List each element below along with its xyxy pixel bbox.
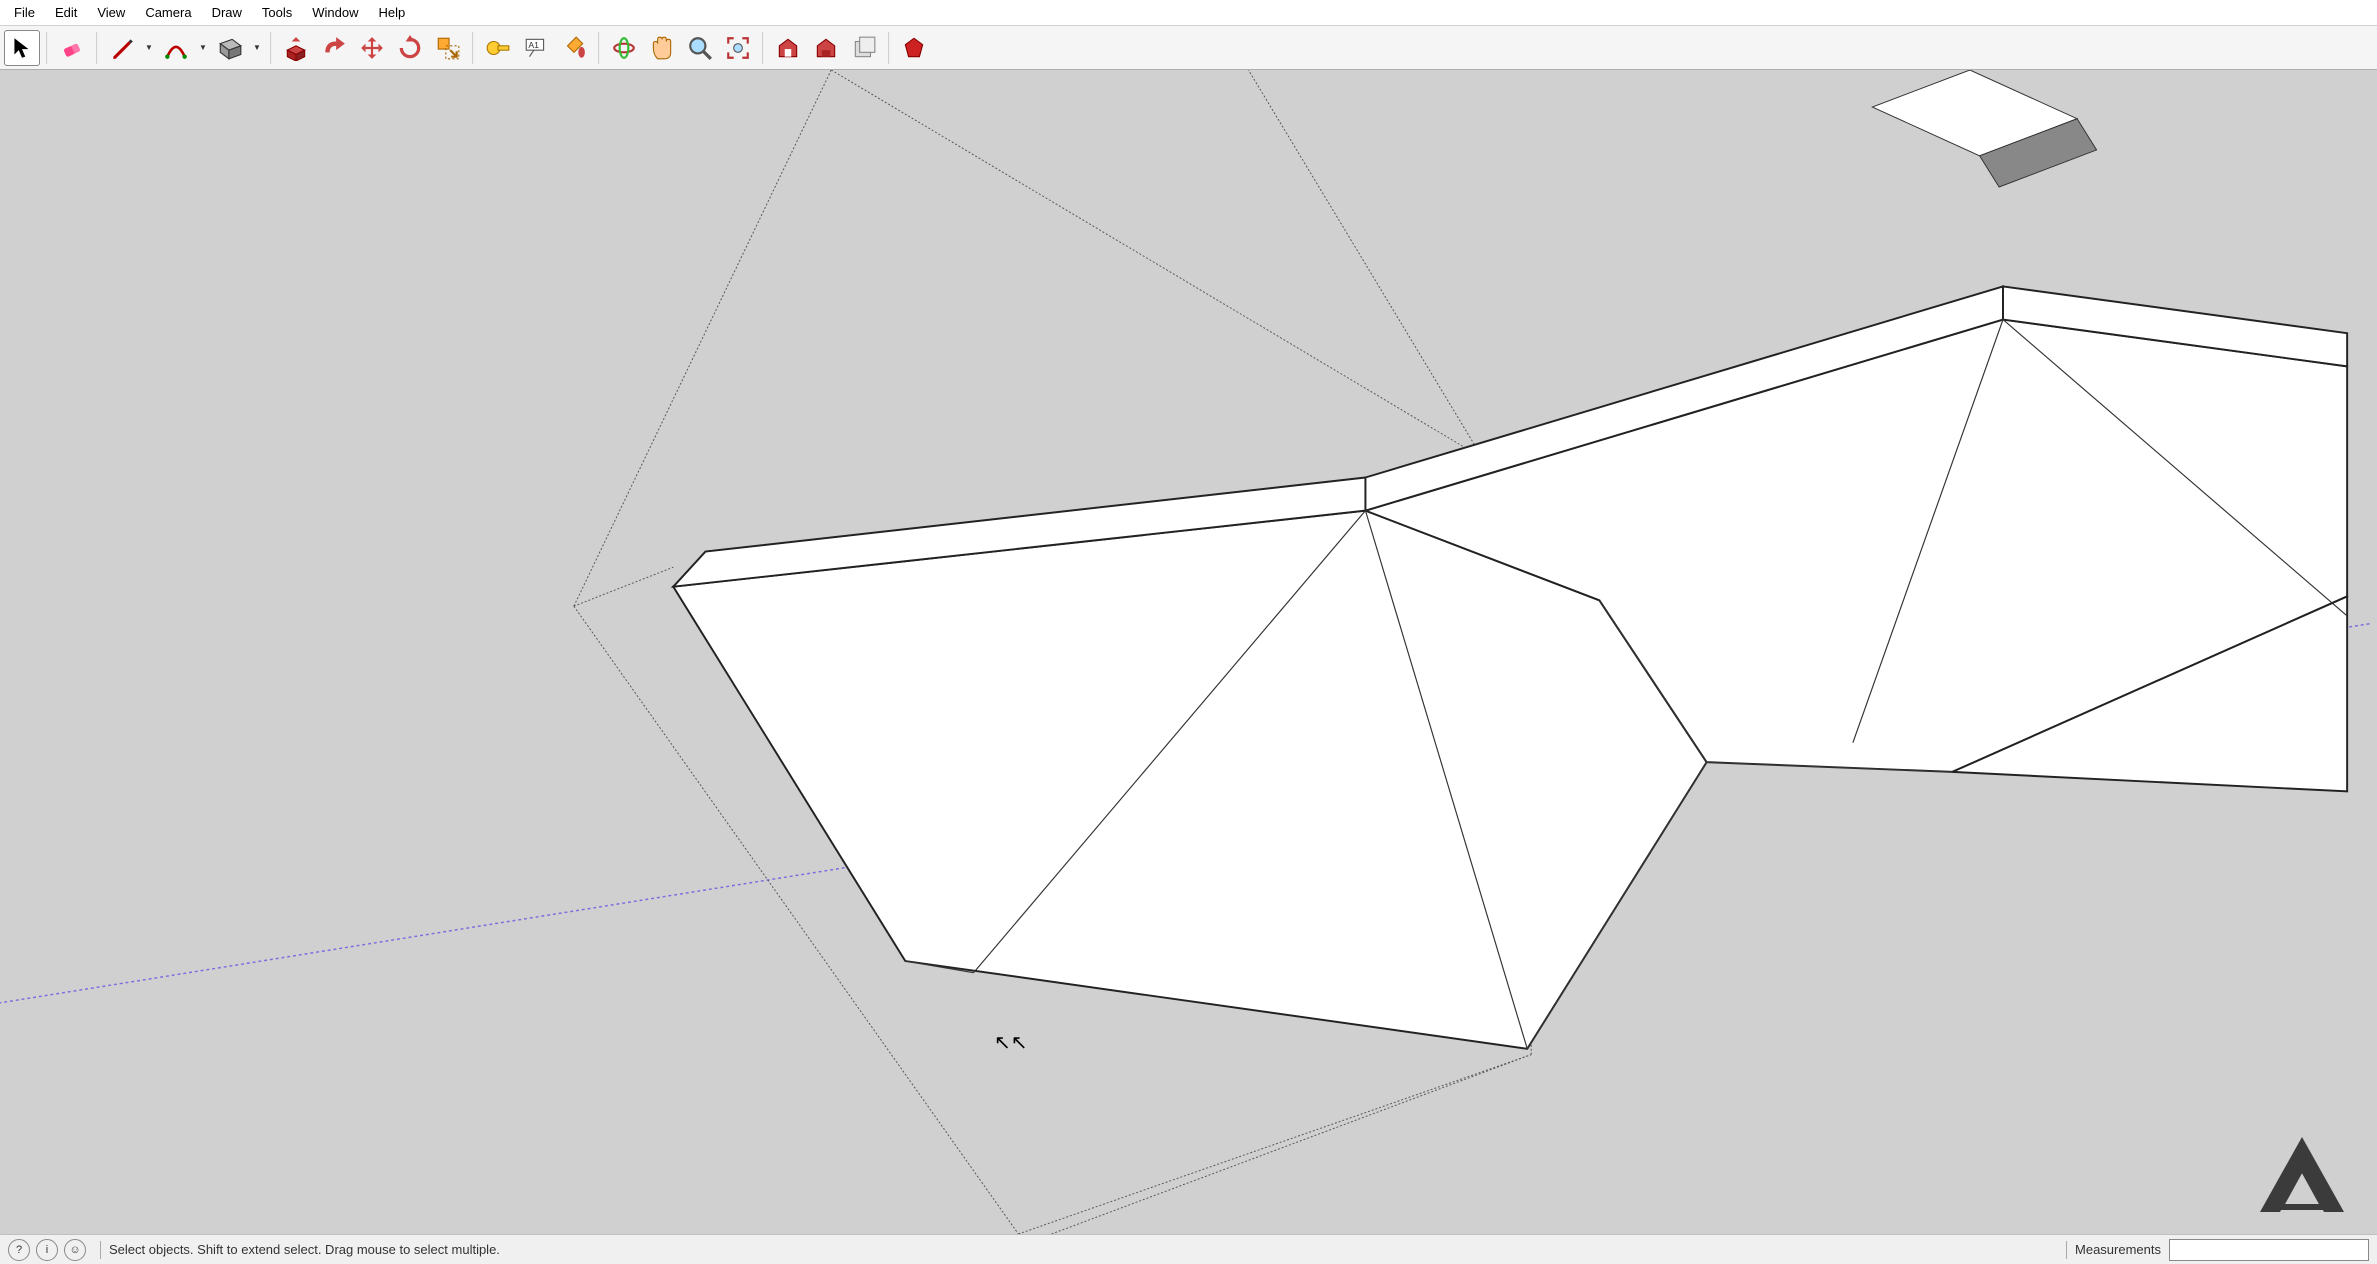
offset-tool[interactable] xyxy=(316,30,352,66)
status-separator xyxy=(2066,1241,2067,1259)
rectangle-tool[interactable] xyxy=(212,30,248,66)
pushpull-icon xyxy=(283,35,309,61)
move-icon xyxy=(359,35,385,61)
line-tool[interactable] xyxy=(104,30,140,66)
text-tool[interactable]: A1 xyxy=(518,30,554,66)
rotate-tool[interactable] xyxy=(392,30,428,66)
measurements-input[interactable] xyxy=(2169,1239,2369,1261)
orbit-icon xyxy=(611,35,637,61)
pencil-icon xyxy=(109,35,135,61)
ruby-tool[interactable] xyxy=(896,30,932,66)
menu-camera[interactable]: Camera xyxy=(135,1,201,24)
toolbar-separator xyxy=(46,32,48,64)
toolbar-separator xyxy=(270,32,272,64)
arc-icon xyxy=(163,35,189,61)
model-svg xyxy=(0,70,2377,1234)
menu-bar: File Edit View Camera Draw Tools Window … xyxy=(0,0,2377,26)
menu-file[interactable]: File xyxy=(4,1,45,24)
svg-text:A1: A1 xyxy=(528,40,539,50)
components-icon xyxy=(813,35,839,61)
tape-measure-tool[interactable] xyxy=(480,30,516,66)
select-tool[interactable] xyxy=(4,30,40,66)
scale-icon xyxy=(435,35,461,61)
menu-draw[interactable]: Draw xyxy=(202,1,252,24)
zoom-extents-icon xyxy=(725,35,751,61)
pushpull-tool[interactable] xyxy=(278,30,314,66)
toolbar-separator xyxy=(598,32,600,64)
share-tool[interactable] xyxy=(846,30,882,66)
status-separator xyxy=(100,1241,101,1259)
ruby-icon xyxy=(901,35,927,61)
bucket-icon xyxy=(561,35,587,61)
menu-view[interactable]: View xyxy=(87,1,135,24)
move-tool[interactable] xyxy=(354,30,390,66)
cursor-icon: ↖↖ xyxy=(994,1030,1028,1055)
user-icon[interactable]: ☺ xyxy=(64,1239,86,1261)
info-icon[interactable]: i xyxy=(36,1239,58,1261)
text-icon: A1 xyxy=(523,35,549,61)
viewport-3d[interactable]: ↖↖ xyxy=(0,70,2377,1234)
toolbar-separator xyxy=(762,32,764,64)
menu-window[interactable]: Window xyxy=(302,1,368,24)
orbit-tool[interactable] xyxy=(606,30,642,66)
line-dropdown[interactable]: ▼ xyxy=(142,30,156,66)
rectangle-dropdown[interactable]: ▼ xyxy=(250,30,264,66)
rectangle-icon xyxy=(217,35,243,61)
warehouse-tool[interactable] xyxy=(770,30,806,66)
select-icon xyxy=(9,35,35,61)
menu-help[interactable]: Help xyxy=(369,1,416,24)
eraser-icon xyxy=(59,35,85,61)
paint-bucket-tool[interactable] xyxy=(556,30,592,66)
eraser-tool[interactable] xyxy=(54,30,90,66)
rotate-icon xyxy=(397,35,423,61)
arc-tool[interactable] xyxy=(158,30,194,66)
hand-icon xyxy=(649,35,675,61)
components-tool[interactable] xyxy=(808,30,844,66)
scale-tool[interactable] xyxy=(430,30,466,66)
zoom-tool[interactable] xyxy=(682,30,718,66)
toolbar: ▼ ▼ ▼ A1 xyxy=(0,26,2377,70)
status-bar: ? i ☺ Select objects. Shift to extend se… xyxy=(0,1234,2377,1264)
zoom-extents-tool[interactable] xyxy=(720,30,756,66)
help-icon[interactable]: ? xyxy=(8,1239,30,1261)
menu-edit[interactable]: Edit xyxy=(45,1,87,24)
tape-icon xyxy=(485,35,511,61)
offset-icon xyxy=(321,35,347,61)
arc-dropdown[interactable]: ▼ xyxy=(196,30,210,66)
measurements-label: Measurements xyxy=(2075,1242,2161,1257)
pan-tool[interactable] xyxy=(644,30,680,66)
toolbar-separator xyxy=(472,32,474,64)
watermark-logo xyxy=(2247,1132,2357,1222)
menu-tools[interactable]: Tools xyxy=(252,1,302,24)
toolbar-separator xyxy=(888,32,890,64)
warehouse-icon xyxy=(775,35,801,61)
toolbar-separator xyxy=(96,32,98,64)
status-hint-text: Select objects. Shift to extend select. … xyxy=(109,1242,2058,1257)
zoom-icon xyxy=(687,35,713,61)
share-icon xyxy=(851,35,877,61)
